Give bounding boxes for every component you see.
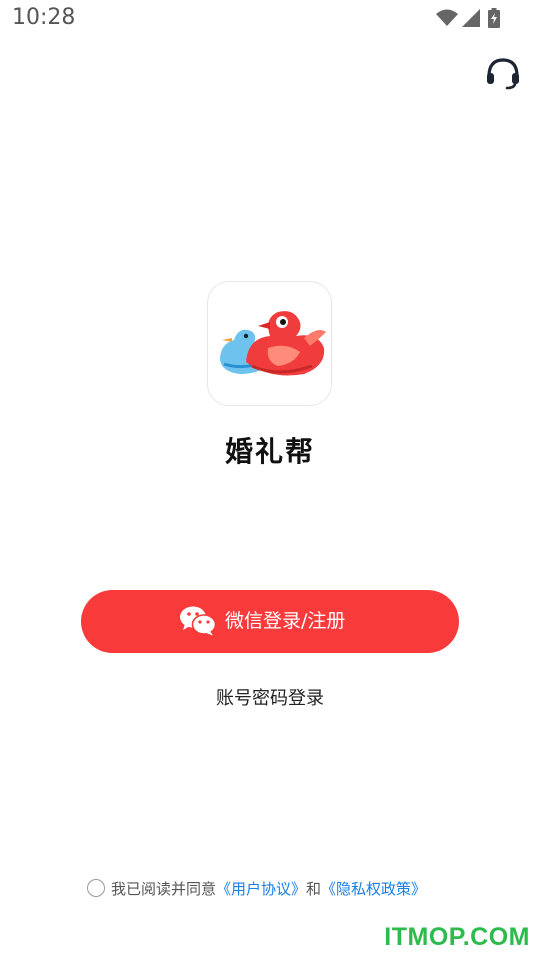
signal-icon xyxy=(462,9,480,27)
privacy-policy-link[interactable]: 《隐私权政策》 xyxy=(321,880,426,898)
agreement-checkbox[interactable] xyxy=(87,879,105,897)
agreement-prefix: 我已阅读并同意 xyxy=(111,880,217,898)
agreement-text: 我已阅读并同意《用户协议》和《隐私权政策》 xyxy=(111,878,426,900)
agreement-conjunction: 和 xyxy=(306,880,322,898)
battery-charging-icon xyxy=(488,8,500,28)
wechat-login-button[interactable]: 微信登录/注册 xyxy=(81,590,459,653)
user-agreement-link[interactable]: 《用户协议》 xyxy=(216,880,306,898)
wechat-login-label: 微信登录/注册 xyxy=(225,610,346,632)
wifi-icon xyxy=(436,9,458,26)
status-bar: 10:28 xyxy=(0,0,540,38)
account-password-login-link[interactable]: 账号密码登录 xyxy=(0,684,540,710)
status-icons xyxy=(436,8,500,28)
headset-icon xyxy=(487,58,519,90)
wechat-icon xyxy=(180,606,216,636)
app-logo xyxy=(207,281,332,406)
status-time: 10:28 xyxy=(12,5,76,30)
customer-support-button[interactable] xyxy=(484,56,522,90)
mandarin-ducks-logo xyxy=(220,311,326,376)
app-name: 婚礼帮 xyxy=(224,435,315,468)
watermark: ITMOP.COM xyxy=(384,923,530,951)
